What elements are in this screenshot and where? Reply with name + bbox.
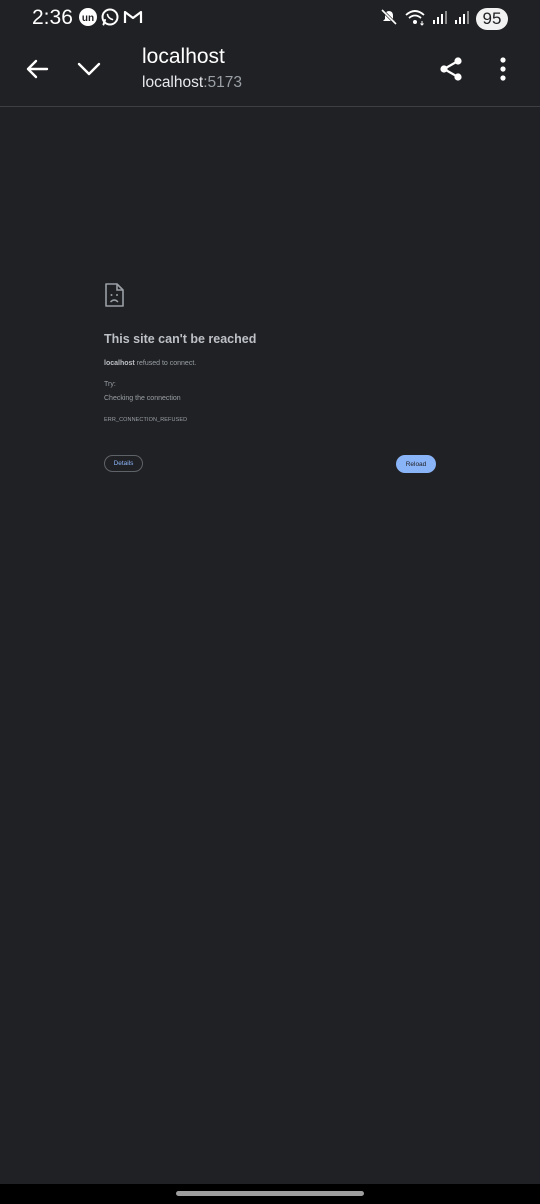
reload-button[interactable]: Reload — [396, 455, 436, 473]
back-arrow-icon — [26, 59, 49, 79]
more-options-button[interactable] — [490, 49, 516, 89]
gmail-icon — [122, 7, 144, 32]
page-content: This site can't be reached localhost ref… — [0, 107, 540, 1184]
share-icon — [440, 57, 462, 81]
status-time: 2:36 — [32, 6, 73, 29]
signal-icon — [454, 9, 470, 30]
battery-indicator: 95 — [476, 8, 508, 30]
whatsapp-icon — [100, 7, 120, 32]
chevron-down-icon — [77, 62, 101, 76]
signal-icon — [432, 9, 448, 30]
url-port: :5173 — [203, 74, 242, 91]
page-title-block: localhost localhost:5173 — [142, 44, 242, 92]
error-message: localhost refused to connect. — [104, 360, 196, 367]
error-heading: This site can't be reached — [104, 332, 257, 346]
mute-icon — [380, 8, 398, 31]
status-bar: 2:36 un 95 — [0, 0, 540, 36]
page-url: localhost:5173 — [142, 74, 242, 92]
sad-document-icon — [104, 283, 124, 312]
share-button[interactable] — [434, 49, 468, 89]
try-label: Try: — [104, 381, 116, 388]
error-code: ERR_CONNECTION_REFUSED — [104, 417, 188, 423]
svg-text:un: un — [82, 13, 94, 24]
error-host: localhost — [104, 360, 135, 367]
browser-toolbar: localhost localhost:5173 — [0, 36, 540, 107]
system-status: 95 — [380, 7, 508, 31]
more-vert-icon — [500, 57, 506, 81]
details-button[interactable]: Details — [104, 455, 143, 472]
wifi-icon — [404, 8, 426, 31]
suggestion-item: Checking the connection — [104, 395, 181, 402]
url-host: localhost — [142, 74, 204, 91]
error-message-text: refused to connect. — [134, 360, 197, 367]
page-title: localhost — [142, 45, 225, 68]
gesture-handle[interactable] — [176, 1191, 364, 1196]
collapse-button[interactable] — [72, 49, 106, 89]
navigation-bar — [0, 1184, 540, 1204]
notification-icons: un — [78, 7, 144, 32]
un-app-icon: un — [78, 7, 98, 32]
back-button[interactable] — [20, 49, 54, 89]
